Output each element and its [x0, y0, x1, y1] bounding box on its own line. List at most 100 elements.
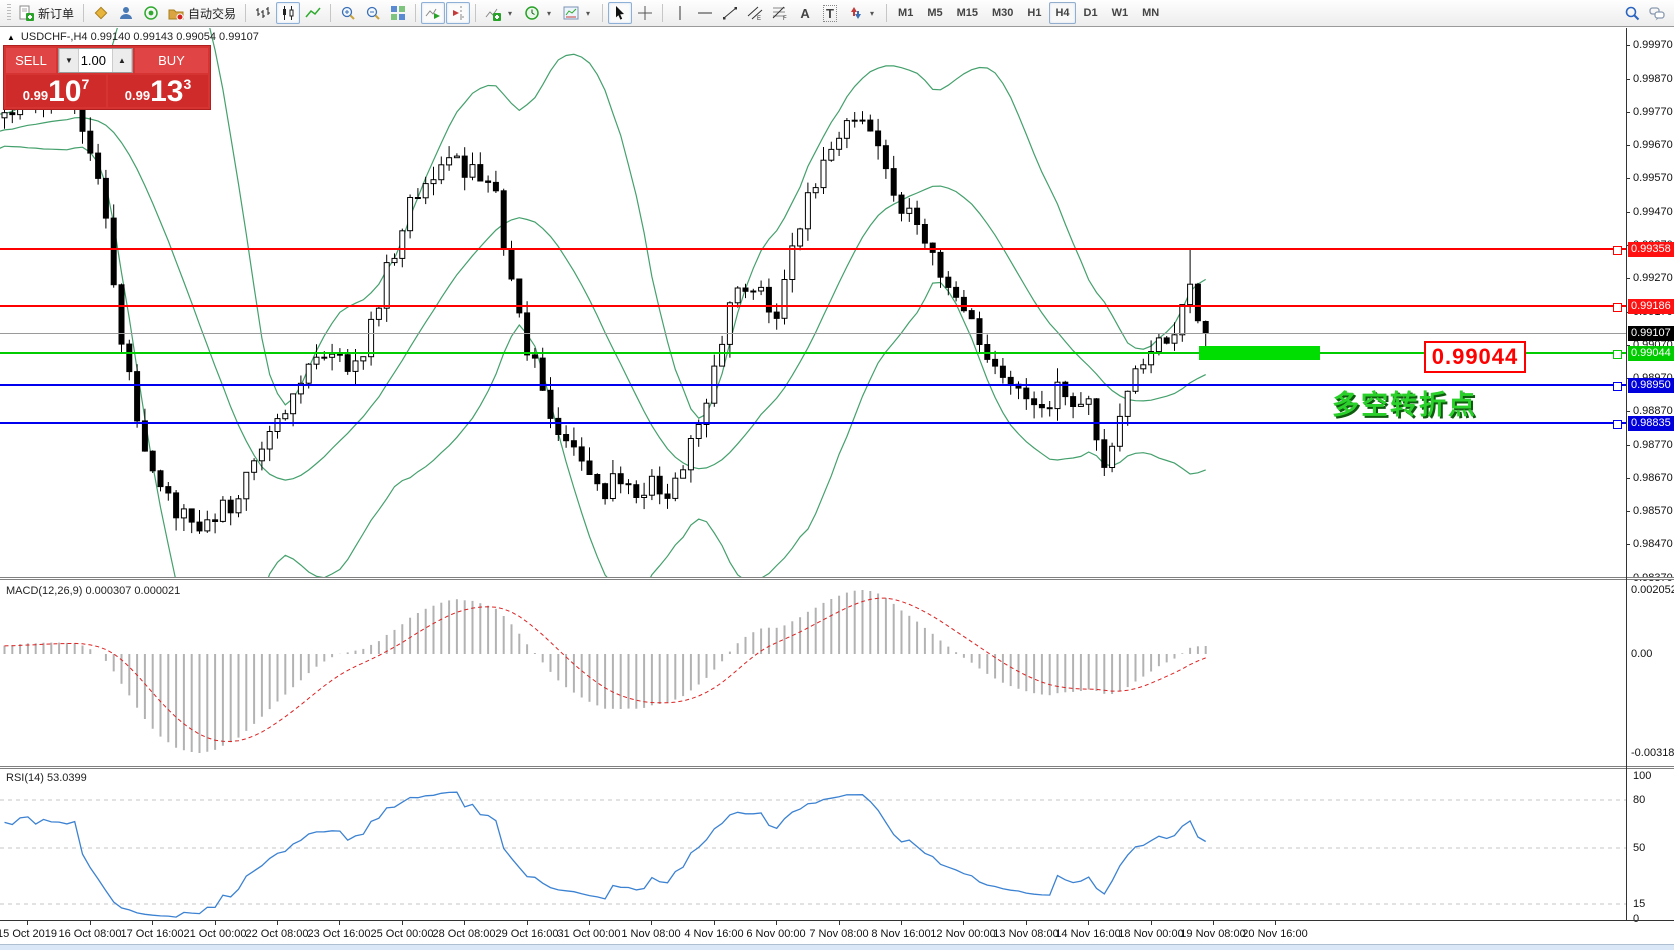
timeframe-w1-button[interactable]: W1: [1106, 2, 1135, 24]
arrows-icon: [847, 5, 863, 21]
horizontal-line-icon: [697, 5, 713, 21]
macd-pane-canvas[interactable]: [0, 580, 1626, 768]
timeframe-toolbar: M1M5M15M30H1H4D1W1MN: [892, 2, 1165, 24]
note-annotation-text[interactable]: 多空转折点: [1332, 383, 1477, 422]
time-axis-label: 31 Oct 00:00: [558, 928, 621, 940]
market-watch-button[interactable]: [89, 2, 113, 24]
auto-trading-button[interactable]: 自动交易: [164, 2, 240, 24]
toolbar-grip: [7, 4, 11, 22]
volume-decrease-button[interactable]: ▼: [59, 49, 79, 72]
time-axis-label: 13 Nov 08:00: [993, 928, 1058, 940]
horizontal-line-object[interactable]: [0, 422, 1626, 424]
timeframe-m1-button[interactable]: M1: [892, 2, 919, 24]
text-tool-label: A: [800, 6, 809, 21]
templates-button[interactable]: [559, 2, 597, 24]
separator: [415, 4, 416, 22]
search-icon: [1624, 5, 1640, 21]
indicators-caret-icon: [505, 9, 515, 18]
price-chart-canvas[interactable]: [0, 28, 1626, 578]
horizontal-line-object[interactable]: [0, 248, 1626, 250]
bar-chart-button[interactable]: [251, 2, 275, 24]
collapse-panel-icon[interactable]: ▲: [7, 33, 15, 42]
bar-chart-icon: [255, 5, 271, 21]
vertical-line-icon: [672, 5, 688, 21]
candlestick-button[interactable]: [276, 2, 300, 24]
time-axis-label: 17 Oct 16:00: [121, 928, 184, 940]
signals-button[interactable]: [139, 2, 163, 24]
label-tool-button[interactable]: T: [818, 2, 842, 24]
sell-button[interactable]: SELL: [6, 48, 56, 73]
buy-button[interactable]: BUY: [135, 48, 208, 73]
time-axis-label: 6 Nov 00:00: [746, 928, 805, 940]
timeframe-h1-button[interactable]: H1: [1021, 2, 1047, 24]
accounts-button[interactable]: [114, 2, 138, 24]
horizontal-line-object[interactable]: [0, 352, 1626, 354]
trendline-button[interactable]: [718, 2, 742, 24]
timeframe-m5-button[interactable]: M5: [921, 2, 948, 24]
horizontal-line-object[interactable]: [0, 305, 1626, 307]
sell-price-pip: 7: [81, 76, 89, 92]
support-zone-rect[interactable]: [1199, 346, 1320, 360]
time-axis-label: 22 Oct 08:00: [246, 928, 309, 940]
chart-shift-button[interactable]: [446, 2, 470, 24]
zoom-in-button[interactable]: [336, 2, 360, 24]
time-axis-label: 21 Oct 00:00: [184, 928, 247, 940]
timeframe-mn-button[interactable]: MN: [1136, 2, 1165, 24]
cursor-button[interactable]: [608, 2, 632, 24]
price-axis-chip: 0.99186: [1628, 299, 1674, 314]
zoom-in-icon: [340, 5, 356, 21]
price-axis-chip: 0.99107: [1628, 326, 1674, 341]
price-axis-label: 0.98770: [1633, 439, 1673, 451]
templates-caret-icon: [583, 9, 593, 18]
toolbar: 新订单 自动交易: [0, 0, 1674, 27]
volume-increase-button[interactable]: ▲: [112, 49, 132, 72]
arrows-button[interactable]: [843, 2, 881, 24]
tile-windows-button[interactable]: [386, 2, 410, 24]
time-axis-label: 29 Oct 16:00: [496, 928, 559, 940]
price-annotation-box[interactable]: 0.99044: [1424, 341, 1526, 373]
volume-input[interactable]: 1.00: [79, 49, 112, 72]
time-axis-label: 16 Oct 08:00: [59, 928, 122, 940]
new-order-label: 新订单: [38, 5, 74, 22]
new-order-button[interactable]: 新订单: [14, 2, 78, 24]
timeframe-m30-button[interactable]: M30: [986, 2, 1019, 24]
price-axis-label: 0.99870: [1633, 73, 1673, 85]
crosshair-icon: [637, 5, 653, 21]
text-tool-button[interactable]: A: [793, 2, 817, 24]
pane-divider[interactable]: [0, 766, 1674, 769]
zoom-out-button[interactable]: [361, 2, 385, 24]
pane-divider[interactable]: [0, 577, 1674, 580]
macd-scale-label: -0.003187: [1631, 747, 1674, 759]
timeframe-h4-button[interactable]: H4: [1049, 2, 1075, 24]
timeframe-d1-button[interactable]: D1: [1078, 2, 1104, 24]
new-order-icon: [18, 5, 34, 21]
chat-button[interactable]: [1645, 2, 1669, 24]
fibonacci-icon: F: [772, 5, 788, 21]
line-end-handle: [1613, 246, 1622, 255]
sell-price[interactable]: 0.99 10 7: [6, 75, 106, 107]
price-axis-label: 0.99770: [1633, 106, 1673, 118]
auto-trading-label: 自动交易: [188, 5, 236, 22]
search-button[interactable]: [1620, 2, 1644, 24]
buy-price[interactable]: 0.99 13 3: [108, 75, 208, 107]
fibonacci-button[interactable]: F: [768, 2, 792, 24]
indicators-button[interactable]: [481, 2, 519, 24]
horizontal-line-button[interactable]: [693, 2, 717, 24]
rsi-pane-canvas[interactable]: [0, 770, 1626, 920]
periods-button[interactable]: [520, 2, 558, 24]
zoom-out-icon: [365, 5, 381, 21]
vertical-line-button[interactable]: [668, 2, 692, 24]
crosshair-button[interactable]: [633, 2, 657, 24]
auto-scroll-button[interactable]: [421, 2, 445, 24]
price-axis-chip: 0.98950: [1628, 378, 1674, 393]
timeframe-m15-button[interactable]: M15: [951, 2, 984, 24]
chart-shift-icon: [450, 5, 466, 21]
price-axis-chip: 0.99044: [1628, 346, 1674, 361]
channel-button[interactable]: E: [743, 2, 767, 24]
template-icon: [563, 5, 579, 21]
line-chart-button[interactable]: [301, 2, 325, 24]
price-axis-label: 0.99970: [1633, 39, 1673, 51]
price-axis-label: 0.99270: [1633, 272, 1673, 284]
time-axis-border: [0, 920, 1674, 921]
price-axis-chip: 0.99358: [1628, 242, 1674, 257]
